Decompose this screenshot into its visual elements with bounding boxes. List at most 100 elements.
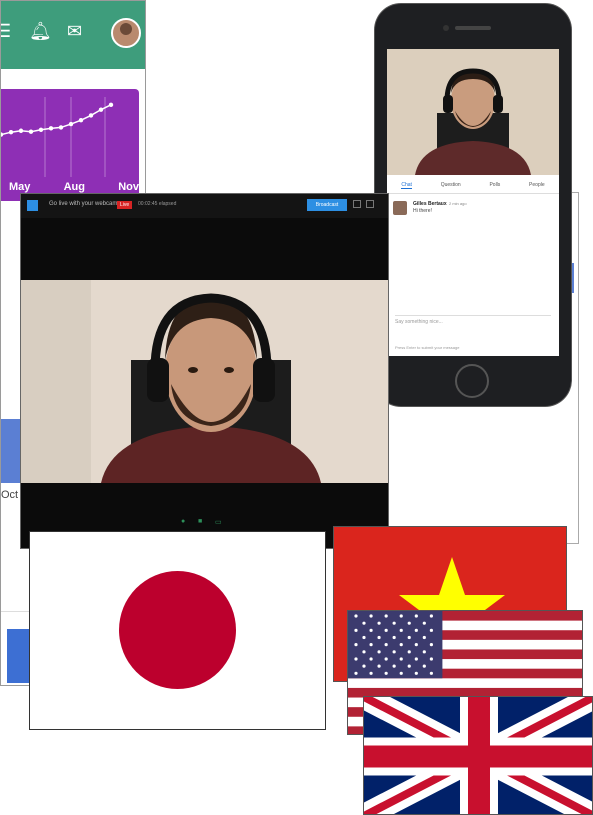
- data-point: [88, 113, 94, 118]
- flag-circle: [119, 571, 236, 689]
- flag-star: [399, 671, 403, 675]
- flag-star: [384, 614, 388, 618]
- flag-star: [354, 643, 358, 647]
- broadcast-button[interactable]: Broadcast: [307, 199, 347, 211]
- data-point: [58, 125, 64, 130]
- flag-star: [429, 628, 433, 632]
- flag-star: [369, 657, 373, 661]
- flag-star: [414, 671, 418, 675]
- video-controls: ● ■ ▭: [181, 518, 224, 527]
- webcam-frame[interactable]: [21, 280, 388, 483]
- month-label: Nov: [118, 181, 139, 193]
- flag-star: [414, 614, 418, 618]
- flag-star: [369, 614, 373, 618]
- person-image: [387, 49, 559, 175]
- data-point: [1, 132, 4, 137]
- flag-star: [369, 643, 373, 647]
- flag-star: [399, 657, 403, 661]
- data-point: [78, 118, 84, 123]
- series-line: [1, 104, 112, 136]
- flag-star: [354, 628, 358, 632]
- flag-star: [422, 650, 426, 654]
- video-title: Go live with your webcam: [49, 201, 118, 207]
- flag-star: [377, 621, 381, 625]
- data-point: [108, 102, 114, 108]
- tab-question[interactable]: Question: [441, 182, 461, 188]
- flag-star: [422, 664, 426, 668]
- flag-star: [407, 635, 411, 640]
- microphone-icon[interactable]: ●: [181, 518, 190, 527]
- flag-star: [422, 621, 426, 625]
- bell-icon[interactable]: 🔔︎: [29, 21, 52, 42]
- avatar[interactable]: [111, 18, 141, 48]
- input-hint: Press Enter to submit your message: [395, 345, 460, 350]
- flag-star: [369, 671, 373, 675]
- tab-chat[interactable]: Chat: [401, 182, 412, 189]
- flag-star: [422, 635, 426, 640]
- tab-polls[interactable]: Polls: [489, 182, 500, 188]
- month-label: Aug: [63, 181, 85, 193]
- message-avatar: [393, 201, 407, 215]
- app-logo-icon: [27, 200, 38, 211]
- flag-star: [377, 664, 381, 668]
- scrollbar[interactable]: [571, 263, 574, 293]
- flag-star: [392, 650, 396, 654]
- data-point: [38, 127, 44, 132]
- flag-star: [407, 664, 411, 668]
- flag-star: [354, 657, 358, 661]
- flag-star: [377, 650, 381, 654]
- flag-star: [399, 628, 403, 632]
- flag-star: [392, 621, 396, 625]
- flag-star: [399, 643, 403, 647]
- fullscreen-icon[interactable]: [366, 200, 374, 208]
- japan-flag: [29, 531, 326, 730]
- flag-star: [384, 628, 388, 632]
- flag-star: [354, 671, 358, 675]
- axis-fragment: Oct: [1, 489, 19, 501]
- flag-star: [429, 614, 433, 618]
- flag-star: [362, 650, 366, 654]
- chat-message: Gilles Bertaux 2 min ago Hi there!: [391, 199, 555, 221]
- video-window: Go live with your webcam Live 00:02:45 e…: [21, 194, 388, 548]
- chat-input[interactable]: Say something nice...: [395, 315, 551, 329]
- uk-flag: [363, 696, 593, 815]
- message-time: 2 min ago: [449, 201, 467, 206]
- flag-star: [414, 643, 418, 647]
- flag-star: [429, 671, 433, 675]
- month-axis: May Aug Nov: [9, 181, 139, 193]
- data-point: [28, 129, 34, 134]
- menu-icon[interactable]: ☰: [1, 21, 11, 42]
- camera-toggle-icon[interactable]: ■: [198, 518, 207, 527]
- flag-star: [392, 635, 396, 640]
- flag-star: [414, 628, 418, 632]
- flag-star: [377, 635, 381, 640]
- flag-star: [384, 671, 388, 675]
- flag-star: [392, 664, 396, 668]
- flag-star: [384, 643, 388, 647]
- live-timer: 00:02:45 elapsed: [138, 201, 177, 207]
- tab-people[interactable]: People: [529, 182, 545, 188]
- settings-icon[interactable]: [353, 200, 361, 208]
- flag-star: [407, 621, 411, 625]
- flag-canton: [348, 611, 443, 679]
- phone-video[interactable]: [387, 49, 559, 175]
- message-icon[interactable]: ✉: [67, 21, 82, 42]
- flag-star: [362, 635, 366, 640]
- camera-icon: [443, 25, 449, 31]
- chart-card: May Aug Nov: [1, 89, 139, 201]
- live-badge: Live: [117, 201, 133, 209]
- flag-star: [384, 657, 388, 661]
- flag-star: [429, 657, 433, 661]
- video-header: Go live with your webcam Live 00:02:45 e…: [21, 194, 388, 218]
- union-jack: [364, 697, 592, 814]
- home-button[interactable]: [455, 364, 489, 398]
- data-point: [18, 128, 24, 133]
- flag-star: [407, 650, 411, 654]
- message-author: Gilles Bertaux: [413, 201, 447, 207]
- flag-star: [399, 614, 403, 618]
- screen-share-icon[interactable]: ▭: [215, 518, 224, 527]
- data-point: [8, 130, 14, 135]
- data-point: [98, 107, 104, 112]
- person-image: [21, 280, 388, 483]
- flag-star: [362, 621, 366, 625]
